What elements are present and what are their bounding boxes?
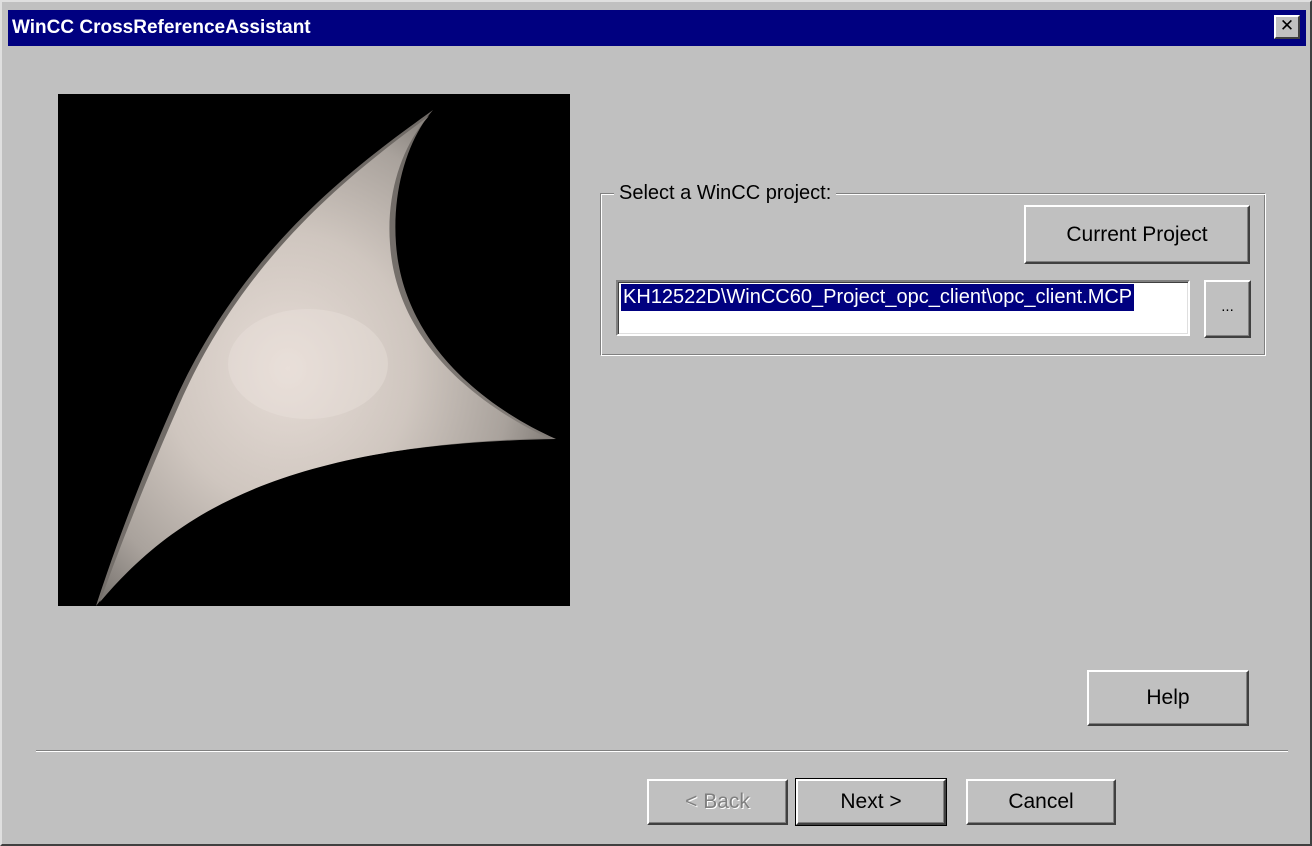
close-icon[interactable]: ✕ <box>1274 15 1300 39</box>
current-project-button[interactable]: Current Project <box>1024 205 1250 264</box>
title-bar[interactable]: WinCC CrossReferenceAssistant ✕ <box>8 10 1306 46</box>
cancel-button[interactable]: Cancel <box>966 779 1116 825</box>
help-button[interactable]: Help <box>1087 670 1249 726</box>
sail-graphic-icon <box>96 110 556 606</box>
project-path-value: KH12522D\WinCC60_Project_opc_client\opc_… <box>621 284 1135 311</box>
window-title: WinCC CrossReferenceAssistant <box>12 17 311 38</box>
project-path-field[interactable]: KH12522D\WinCC60_Project_opc_client\opc_… <box>616 280 1190 336</box>
dialog-window: WinCC CrossReferenceAssistant ✕ Select a… <box>0 0 1312 846</box>
wizard-image <box>58 94 570 606</box>
footer-separator <box>36 750 1288 752</box>
project-group-label: Select a WinCC project: <box>614 182 837 205</box>
back-button[interactable]: < Back <box>647 779 788 825</box>
browse-button[interactable]: ... <box>1204 280 1251 338</box>
next-button[interactable]: Next > <box>795 778 947 826</box>
